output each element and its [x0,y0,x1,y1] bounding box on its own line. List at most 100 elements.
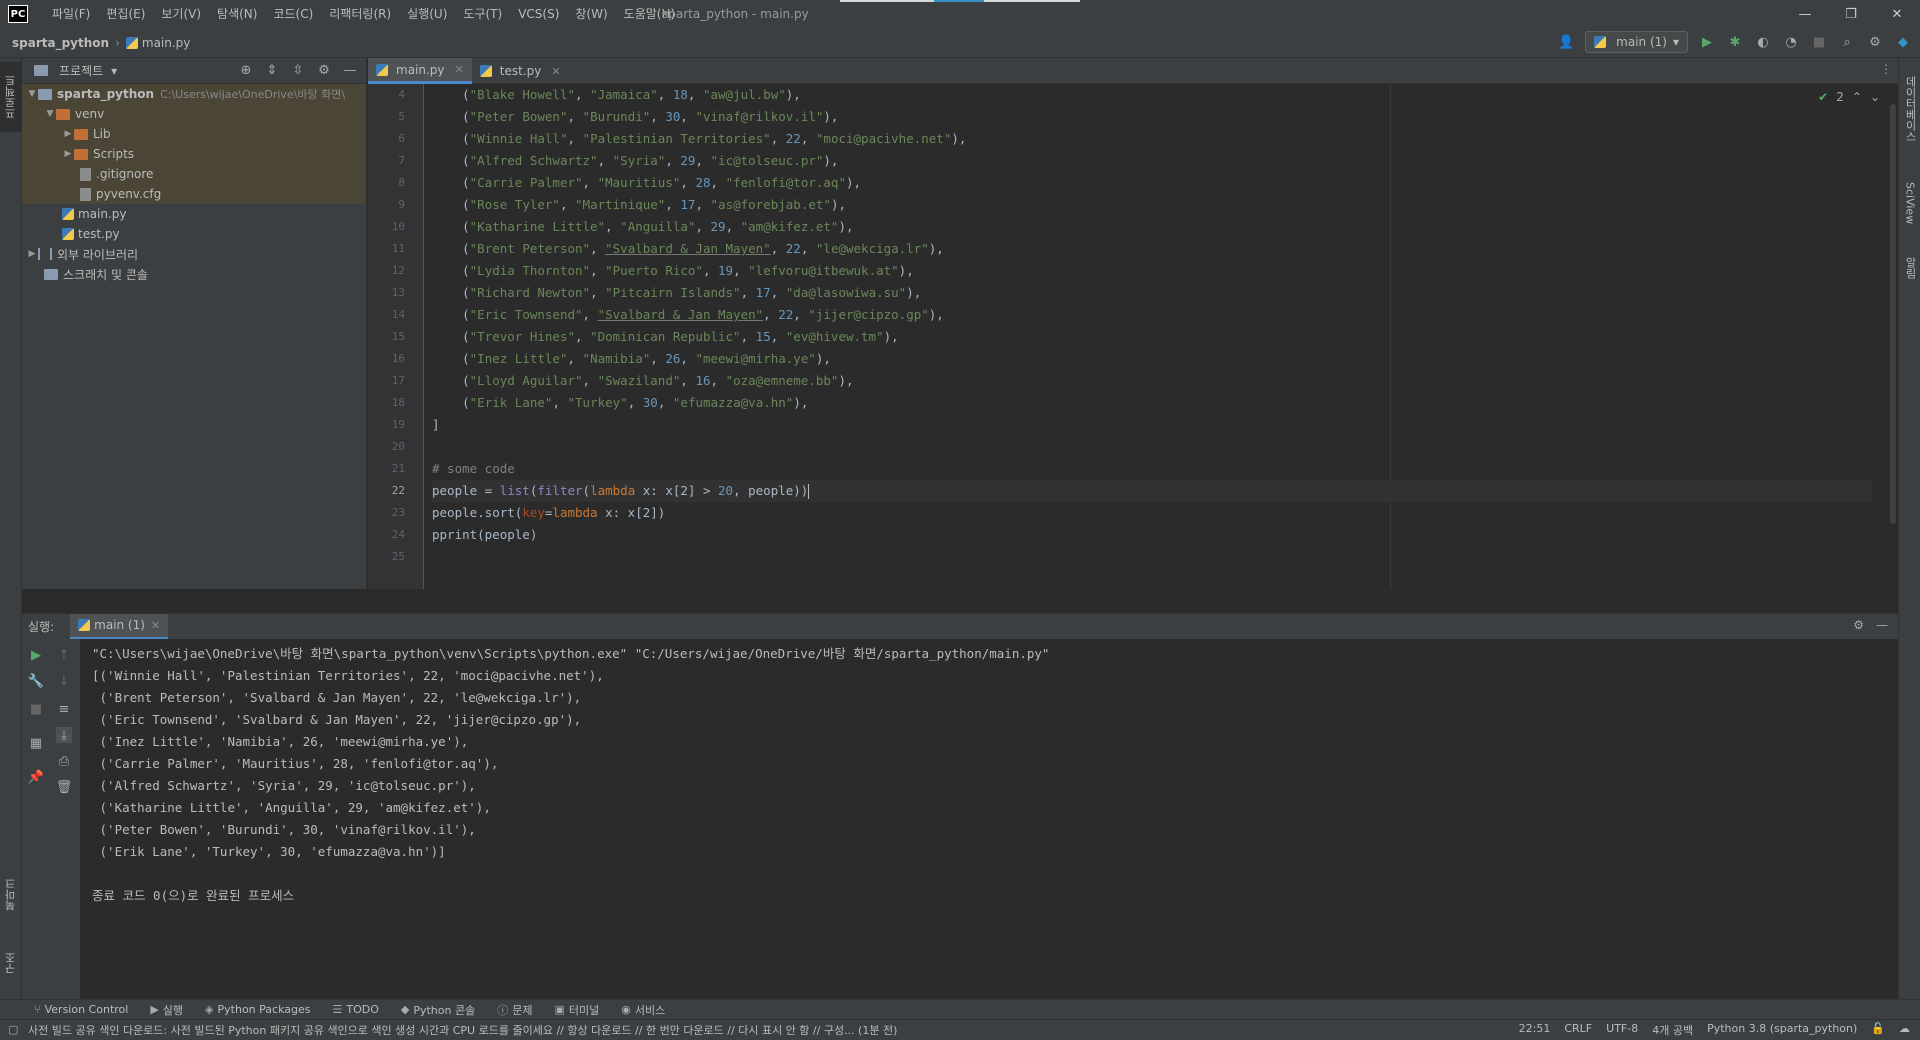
close-icon[interactable]: ✕ [455,63,464,76]
line-separator[interactable]: CRLF [1564,1022,1592,1038]
chevron-up-icon[interactable]: ⌃ [1852,90,1862,104]
run-console-output[interactable]: "C:\Users\wijae\OneDrive\바탕 화면\sparta_py… [80,639,1898,999]
chevron-down-icon[interactable]: ▼ [26,89,38,99]
coverage-icon[interactable]: ◐ [1754,33,1772,51]
rerun-icon[interactable]: ▶ [28,647,44,663]
notifications-tool-tab[interactable]: 알림 [1899,248,1920,288]
tree-item-scratches[interactable]: 스크래치 및 콘솔 [22,264,366,284]
trash-icon[interactable]: 🗑 [56,779,73,795]
jetbrains-icon[interactable]: ◆ [1894,33,1912,51]
chevron-down-icon[interactable]: ▼ [44,109,56,119]
hide-icon[interactable]: — [1876,618,1888,632]
stop-icon[interactable]: ■ [1810,33,1828,51]
status-icon[interactable]: ▢ [8,1023,18,1036]
code-punctuation: , [702,263,719,278]
tool-todo[interactable]: ☰ TODO [332,1003,378,1016]
chevron-right-icon[interactable]: ▶ [26,249,38,259]
tree-item-main-py[interactable]: main.py [22,204,366,224]
close-icon[interactable]: ✕ [151,619,160,632]
menu-run[interactable]: 실행(U) [399,0,455,28]
run-icon[interactable]: ▶ [1698,33,1716,51]
more-icon[interactable]: ⋮ [1880,62,1892,76]
tool-terminal[interactable]: ▣ 터미널 [554,1002,599,1018]
tool-problems[interactable]: ⓘ 문제 [497,1002,532,1018]
tree-item-test-py[interactable]: test.py [22,224,366,244]
menu-window[interactable]: 창(W) [567,0,615,28]
indent-setting[interactable]: 4개 공백 [1652,1022,1693,1038]
code-string: "as@forebjab.et" [710,197,831,212]
menu-file[interactable]: 파일(F) [44,0,98,28]
soft-wrap-icon[interactable]: ≡ [56,701,72,717]
structure-tool-tab[interactable]: 구조 [0,938,22,988]
chevron-right-icon[interactable]: ▶ [62,129,74,139]
layout-icon[interactable]: ▦ [28,735,44,751]
tree-item-venv[interactable]: ▼ venv [22,104,366,124]
collapse-all-icon[interactable]: ⇳ [290,62,306,78]
debug-icon[interactable]: ✱ [1726,33,1744,51]
database-tool-tab[interactable]: 데이터베이스 [1899,64,1920,154]
menu-view[interactable]: 보기(V) [153,0,209,28]
chevron-down-icon[interactable]: ▾ [111,64,117,78]
print-icon[interactable]: ⎙ [56,753,72,769]
user-icon[interactable]: 👤 [1557,33,1575,51]
menu-navigate[interactable]: 탐색(N) [209,0,265,28]
restore-button[interactable]: ❐ [1828,0,1874,28]
file-encoding[interactable]: UTF-8 [1606,1022,1638,1038]
lock-icon[interactable]: 🔓 [1871,1022,1885,1038]
tab-main-py[interactable]: main.py ✕ [368,58,472,84]
minimize-button[interactable]: — [1782,0,1828,28]
editor-vertical-scrollbar[interactable] [1890,104,1896,524]
scroll-to-end-icon[interactable]: ⤓ [56,727,72,743]
tool-version-control[interactable]: ⑂ Version Control [34,1003,128,1016]
project-panel-title[interactable]: 프로젝트 [59,62,103,79]
menu-tools[interactable]: 도구(T) [455,0,510,28]
arrow-up-icon[interactable]: ↑ [56,647,72,663]
chevron-right-icon[interactable]: ▶ [62,149,74,159]
inspection-widget[interactable]: ✔ 2 ⌃ ⌄ [1818,90,1880,104]
stop-icon[interactable]: ■ [28,701,44,717]
close-button[interactable]: ✕ [1874,0,1920,28]
tool-run[interactable]: ▶ 실행 [150,1002,183,1018]
notifications-icon[interactable]: ☁ [1899,1022,1910,1038]
menu-refactor[interactable]: 리팩터링(R) [321,0,399,28]
run-config-select[interactable]: main (1) ▾ [1585,31,1688,53]
tool-label: Version Control [44,1003,129,1016]
status-message[interactable]: 사전 빌드 공유 색인 다운로드: 사전 빌드된 Python 패키지 공유 색… [28,1022,897,1038]
tool-python-packages[interactable]: ◈ Python Packages [205,1003,310,1016]
python-interpreter[interactable]: Python 3.8 (sparta_python) [1707,1022,1857,1038]
tree-item-external-libraries[interactable]: ▶ 외부 라이브러리 [22,244,366,264]
tree-item-project-root[interactable]: ▼ sparta_python C:\Users\wijae\OneDrive\… [22,84,366,104]
gear-icon[interactable]: ⚙ [1853,618,1864,632]
chevron-down-icon[interactable]: ⌄ [1870,90,1880,104]
project-tool-tab[interactable]: 프로젝트 [0,62,22,132]
breadcrumb-file[interactable]: main.py [142,36,191,50]
run-tab-main[interactable]: main (1) ✕ [70,613,169,640]
tool-python-console[interactable]: ◆ Python 콘솔 [401,1002,475,1018]
tree-item-gitignore[interactable]: .gitignore [22,164,366,184]
code-area[interactable]: ("Blake Howell", "Jamaica", 18, "aw@jul.… [432,84,1872,589]
profile-icon[interactable]: ◔ [1782,33,1800,51]
tree-item-scripts[interactable]: ▶ Scripts [22,144,366,164]
gear-icon[interactable]: ⚙ [316,62,332,78]
close-icon[interactable]: ✕ [551,65,560,78]
arrow-down-icon[interactable]: ↓ [56,673,72,689]
tree-item-lib[interactable]: ▶ Lib [22,124,366,144]
sciview-tool-tab[interactable]: SciView [1899,168,1920,238]
tool-services[interactable]: ◉ 서비스 [621,1002,665,1018]
locate-icon[interactable]: ⊕ [238,62,254,78]
tree-item-pyvenv[interactable]: pyvenv.cfg [22,184,366,204]
menu-vcs[interactable]: VCS(S) [510,0,567,28]
tab-test-py[interactable]: test.py ✕ [472,58,569,84]
gear-icon[interactable]: ⚙ [1866,33,1884,51]
caret-position[interactable]: 22:51 [1519,1022,1551,1038]
pin-icon[interactable]: 📌 [28,769,44,785]
hide-icon[interactable]: — [342,62,358,78]
breadcrumb-project[interactable]: sparta_python [12,36,109,50]
expand-all-icon[interactable]: ⇕ [264,62,280,78]
search-icon[interactable]: ⌕ [1838,33,1856,51]
bookmarks-tool-tab[interactable]: 북마크 [0,870,22,920]
code-editor[interactable]: 4 5 6 7 8 9 10 11 12 13 14 15 16 17 18 19 20 21 22 23 24 25 (… [368,84,1898,589]
menu-code[interactable]: 코드(C) [265,0,321,28]
wrench-icon[interactable]: 🔧 [28,673,44,689]
menu-edit[interactable]: 편집(E) [98,0,153,28]
